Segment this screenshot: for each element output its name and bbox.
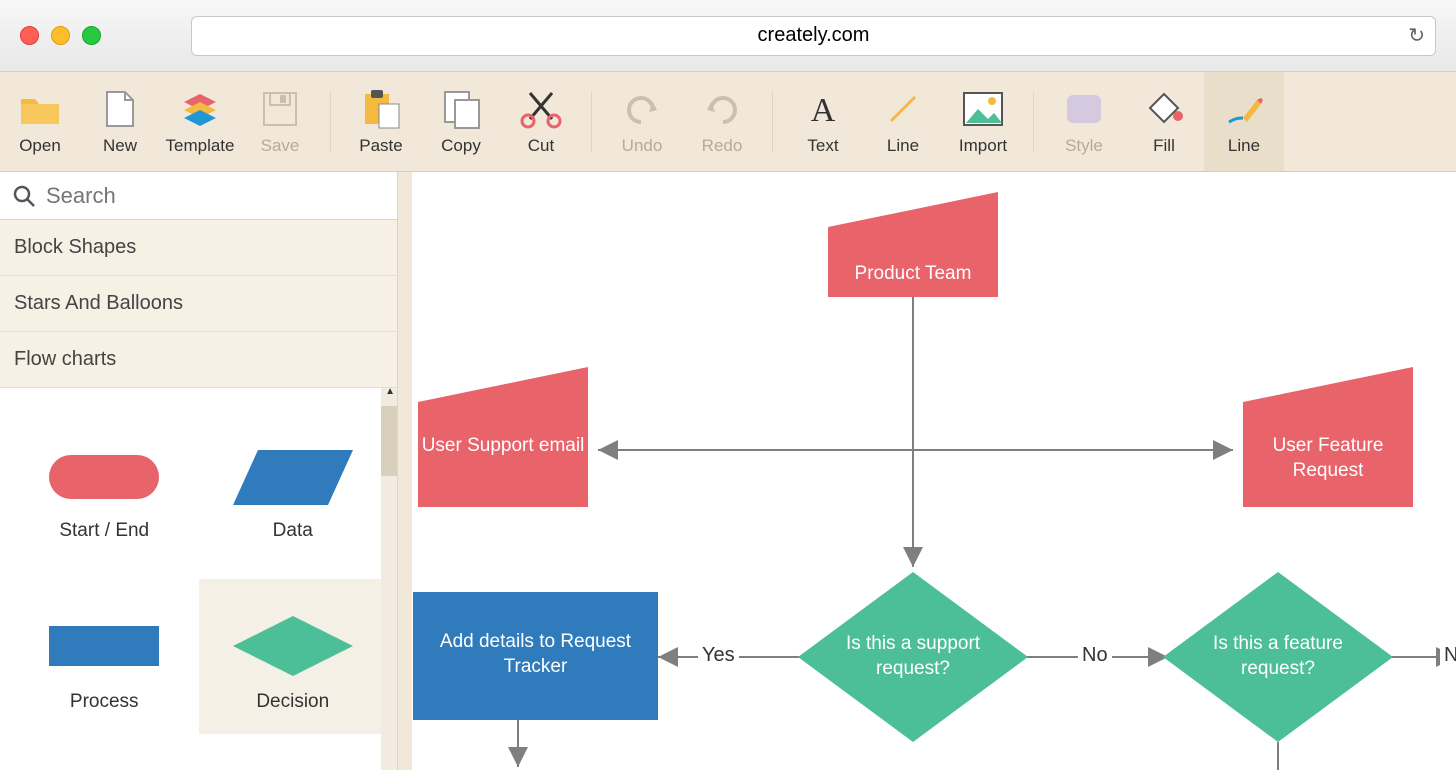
node-label: Add details to Request Tracker [413,630,658,679]
save-button[interactable]: Save [240,72,320,171]
scrollbar[interactable]: ▲ [381,388,397,770]
copy-icon [440,88,482,130]
text-button[interactable]: A Text [783,72,863,171]
search-icon [12,184,36,208]
style-button[interactable]: Style [1044,72,1124,171]
node-label: Product Team [828,262,998,287]
canvas[interactable]: Product Team User Support email User Fea… [398,172,1456,770]
search-input[interactable] [46,183,385,209]
url-bar[interactable]: creately.com ↻ [191,16,1436,56]
template-button[interactable]: Template [160,72,240,171]
category-stars-balloons[interactable]: Stars And Balloons [0,276,397,332]
node-label: Is this a feature request? [1183,632,1373,681]
text-icon: A [802,88,844,130]
node-label: User Feature Request [1243,434,1413,483]
shape-data[interactable]: Data [199,408,388,563]
shape-start-end[interactable]: Start / End [10,408,199,563]
open-button[interactable]: Open [0,72,80,171]
shape-panel: ▲ Start / End Data Process Decision [0,388,397,770]
separator [330,92,331,152]
fill-button[interactable]: Fill [1124,72,1204,171]
browser-chrome: creately.com ↻ [0,0,1456,72]
svg-text:A: A [811,92,836,127]
redo-button[interactable]: Redo [682,72,762,171]
node-label: User Support email [418,434,588,459]
style-icon [1063,88,1105,130]
node-label: Is this a support request? [818,632,1008,681]
separator [591,92,592,152]
search-row [0,172,397,220]
template-icon [179,88,221,130]
edge-label-no: No [1078,644,1112,667]
new-file-icon [99,88,141,130]
redo-icon [701,88,743,130]
import-icon [962,88,1004,130]
paste-icon [360,88,402,130]
import-button[interactable]: Import [943,72,1023,171]
line-button[interactable]: Line [863,72,943,171]
cut-button[interactable]: Cut [501,72,581,171]
toolbar: Open New Template Save Paste [0,72,1456,172]
edge-label-yes: Yes [698,644,739,667]
fill-icon [1143,88,1185,130]
shape-decision[interactable]: Decision [199,579,388,734]
paste-button[interactable]: Paste [341,72,421,171]
undo-button[interactable]: Undo [602,72,682,171]
reload-icon[interactable]: ↻ [1408,23,1425,48]
undo-icon [621,88,663,130]
url-text: creately.com [758,24,870,47]
separator [1033,92,1034,152]
scroll-up-icon[interactable]: ▲ [385,388,395,397]
edge-label-n: N [1440,644,1456,667]
shape-process[interactable]: Process [10,579,199,734]
category-flow-charts[interactable]: Flow charts [0,332,397,388]
scrollbar-thumb[interactable] [381,406,397,476]
line-icon [882,88,924,130]
folder-icon [19,88,61,130]
new-button[interactable]: New [80,72,160,171]
window-controls [20,26,101,45]
category-block-shapes[interactable]: Block Shapes [0,220,397,276]
copy-button[interactable]: Copy [421,72,501,171]
cut-icon [520,88,562,130]
pencil-icon [1223,88,1265,130]
maximize-window-button[interactable] [82,26,101,45]
sidebar: Block Shapes Stars And Balloons Flow cha… [0,172,398,770]
save-icon [259,88,301,130]
separator [772,92,773,152]
line-tool-button[interactable]: Line [1204,72,1284,171]
minimize-window-button[interactable] [51,26,70,45]
close-window-button[interactable] [20,26,39,45]
